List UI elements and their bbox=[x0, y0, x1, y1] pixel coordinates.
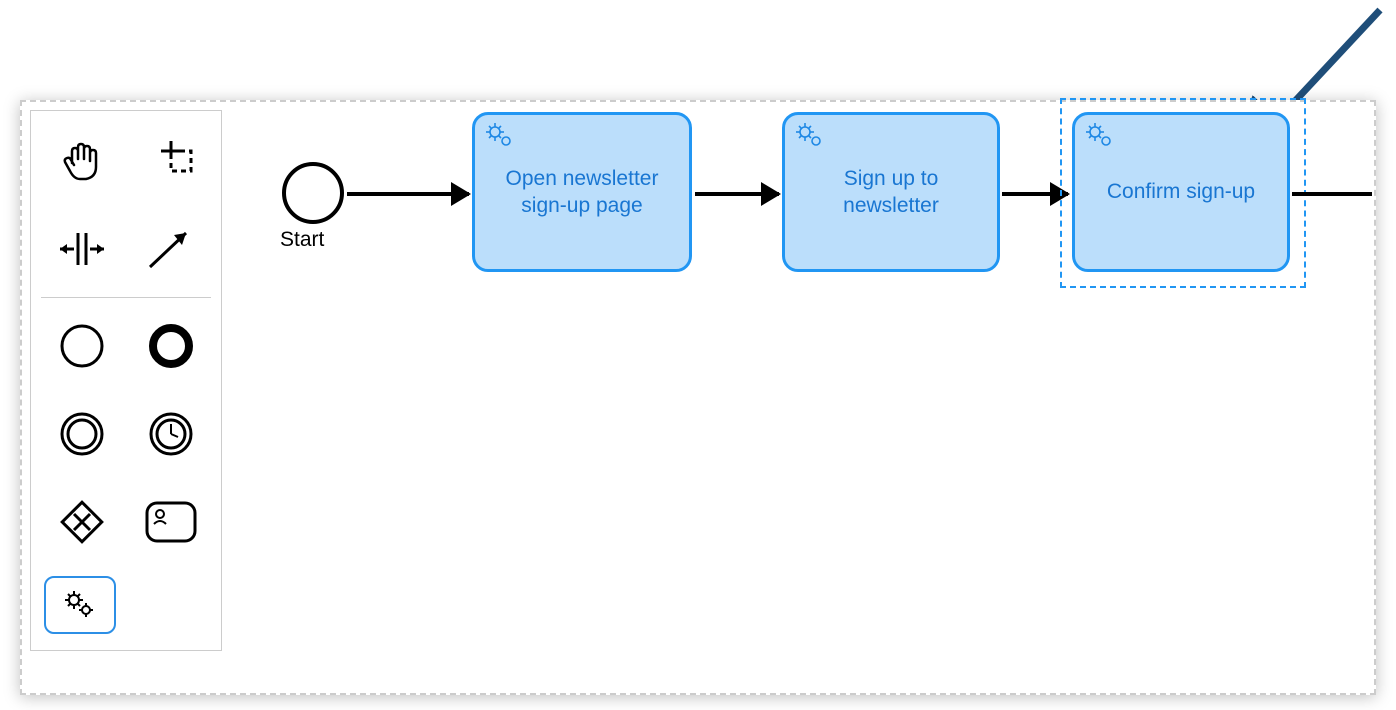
lasso-icon bbox=[147, 137, 195, 185]
gateway-icon bbox=[56, 496, 108, 548]
start-event[interactable] bbox=[282, 162, 344, 224]
global-connect-tool[interactable] bbox=[131, 210, 211, 288]
task-open-newsletter[interactable]: Open newsletter sign-up page bbox=[472, 112, 692, 272]
start-event-shape[interactable] bbox=[42, 307, 122, 385]
sequence-flow[interactable] bbox=[1002, 192, 1068, 196]
task-label: Open newsletter sign-up page bbox=[489, 165, 675, 220]
gears-icon bbox=[483, 121, 517, 151]
thick-circle-icon bbox=[146, 321, 196, 371]
user-task-icon bbox=[144, 500, 198, 544]
connect-icon bbox=[144, 225, 198, 273]
user-task-shape[interactable] bbox=[131, 483, 211, 561]
space-tool[interactable] bbox=[42, 210, 122, 288]
hand-tool[interactable] bbox=[42, 122, 122, 200]
lasso-tool[interactable] bbox=[131, 122, 211, 200]
task-sign-up[interactable]: Sign up to newsletter bbox=[782, 112, 1000, 272]
sequence-flow[interactable] bbox=[347, 192, 469, 196]
sequence-flow[interactable] bbox=[695, 192, 779, 196]
service-task-shape[interactable] bbox=[44, 576, 116, 634]
gears-icon bbox=[793, 121, 827, 151]
double-circle-icon bbox=[57, 409, 107, 459]
diagram-area[interactable]: Start Open newsletter sign-up page bbox=[232, 102, 1374, 693]
hand-icon bbox=[58, 137, 106, 185]
gears-icon bbox=[1083, 121, 1117, 151]
start-event-label: Start bbox=[280, 228, 324, 252]
task-confirm-sign-up[interactable]: Confirm sign-up bbox=[1072, 112, 1290, 272]
space-icon bbox=[54, 225, 110, 273]
intermediate-event-shape[interactable] bbox=[42, 395, 122, 473]
shape-palette bbox=[30, 110, 222, 651]
thin-circle-icon bbox=[57, 321, 107, 371]
service-task-icon bbox=[60, 588, 100, 622]
sequence-flow[interactable] bbox=[1292, 192, 1372, 196]
timer-circle-icon bbox=[146, 409, 196, 459]
end-event-shape[interactable] bbox=[131, 307, 211, 385]
timer-event-shape[interactable] bbox=[131, 395, 211, 473]
exclusive-gateway-shape[interactable] bbox=[42, 483, 122, 561]
task-label: Sign up to newsletter bbox=[799, 165, 983, 220]
task-label: Confirm sign-up bbox=[1107, 178, 1255, 205]
bpmn-canvas[interactable]: Start Open newsletter sign-up page bbox=[20, 100, 1376, 695]
